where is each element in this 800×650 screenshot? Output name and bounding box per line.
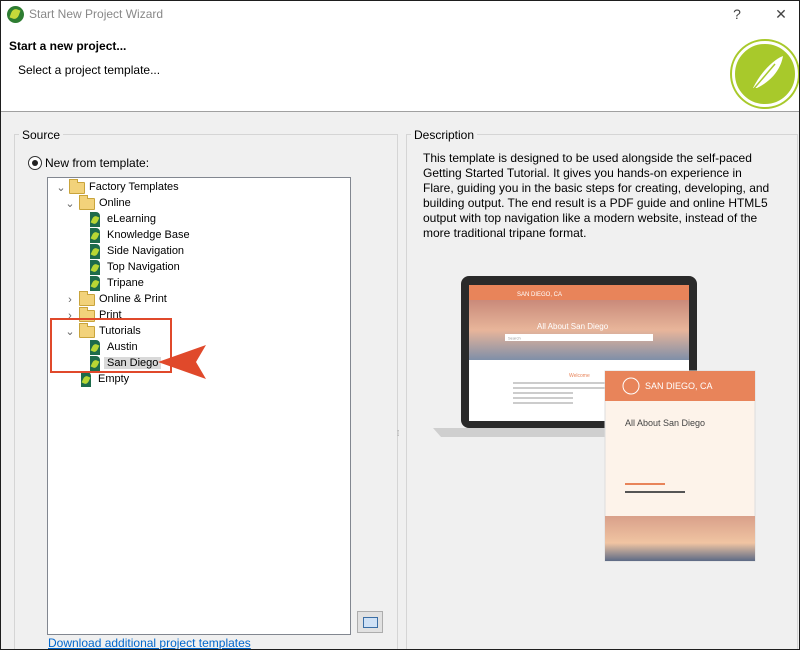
laptop-site-title: SAN DIEGO, CA: [517, 292, 562, 298]
laptop-search-box: [505, 334, 653, 341]
close-button[interactable]: ✕: [759, 3, 799, 27]
laptop-search-placeholder: Search: [508, 336, 521, 341]
tree-item-label: Online & Print: [99, 293, 167, 305]
window-title: Start New Project Wizard: [29, 7, 164, 21]
laptop-hero-heading: All About San Diego: [537, 322, 609, 331]
wizard-window: Start New Project Wizard ? ✕ Start a new…: [0, 0, 800, 650]
chevron-right-icon[interactable]: ›: [65, 293, 75, 307]
folder-open-icon: [69, 179, 85, 194]
template-tree[interactable]: ⌄ Factory Templates ⌄ Online eLearning K…: [47, 177, 351, 635]
flare-logo-icon: [732, 41, 798, 107]
tree-item-label: Top Navigation: [107, 261, 180, 273]
template-icon: [90, 228, 100, 243]
new-from-template-radio[interactable]: [28, 156, 42, 170]
chevron-down-icon[interactable]: ⌄: [65, 197, 75, 211]
tree-item-label: Tripane: [107, 277, 144, 289]
pdf-title: All About San Diego: [625, 418, 705, 428]
template-icon: [90, 244, 100, 259]
header-subtitle: Select a project template...: [18, 63, 161, 77]
panel-splitter-handle[interactable]: ⁞: [397, 429, 399, 438]
chevron-down-icon[interactable]: ⌄: [56, 181, 66, 195]
template-preview-image: SAN DIEGO, CA All About San Diego Search…: [433, 276, 756, 562]
template-icon: [90, 260, 100, 275]
annotation-arrow-icon: [158, 345, 206, 379]
source-group-label: Source: [19, 128, 64, 142]
tree-item-label: Side Navigation: [107, 245, 185, 257]
laptop-welcome-text: Welcome: [569, 373, 590, 379]
template-icon: [81, 372, 91, 387]
help-button[interactable]: ?: [715, 3, 759, 27]
title-bar: Start New Project Wizard ? ✕: [1, 1, 799, 29]
wizard-header: Start a new project... Select a project …: [1, 29, 799, 112]
pdf-header-title: SAN DIEGO, CA: [645, 381, 713, 391]
tree-item-label: Online: [99, 197, 131, 209]
description-group-label: Description: [411, 128, 478, 142]
annotation-highlight-box: [50, 318, 172, 373]
header-title: Start a new project...: [9, 39, 127, 53]
new-from-template-label: New from template:: [45, 156, 150, 170]
tree-view-toggle-button[interactable]: [357, 611, 383, 633]
folder-icon: [79, 291, 95, 306]
tree-item-label: Knowledge Base: [107, 229, 190, 241]
flare-app-icon: [7, 6, 24, 23]
tree-item-label: Empty: [98, 373, 130, 385]
download-templates-link[interactable]: Download additional project templates: [48, 636, 251, 649]
tree-item-label: eLearning: [107, 213, 156, 225]
description-text: This template is designed to be used alo…: [423, 151, 770, 240]
laptop-navbar: [469, 285, 689, 300]
folder-open-icon: [79, 195, 95, 210]
pdf-skyline-image: [605, 516, 755, 561]
template-icon: [90, 276, 100, 291]
template-icon: [90, 212, 100, 227]
tree-item-label: Factory Templates: [89, 181, 179, 193]
